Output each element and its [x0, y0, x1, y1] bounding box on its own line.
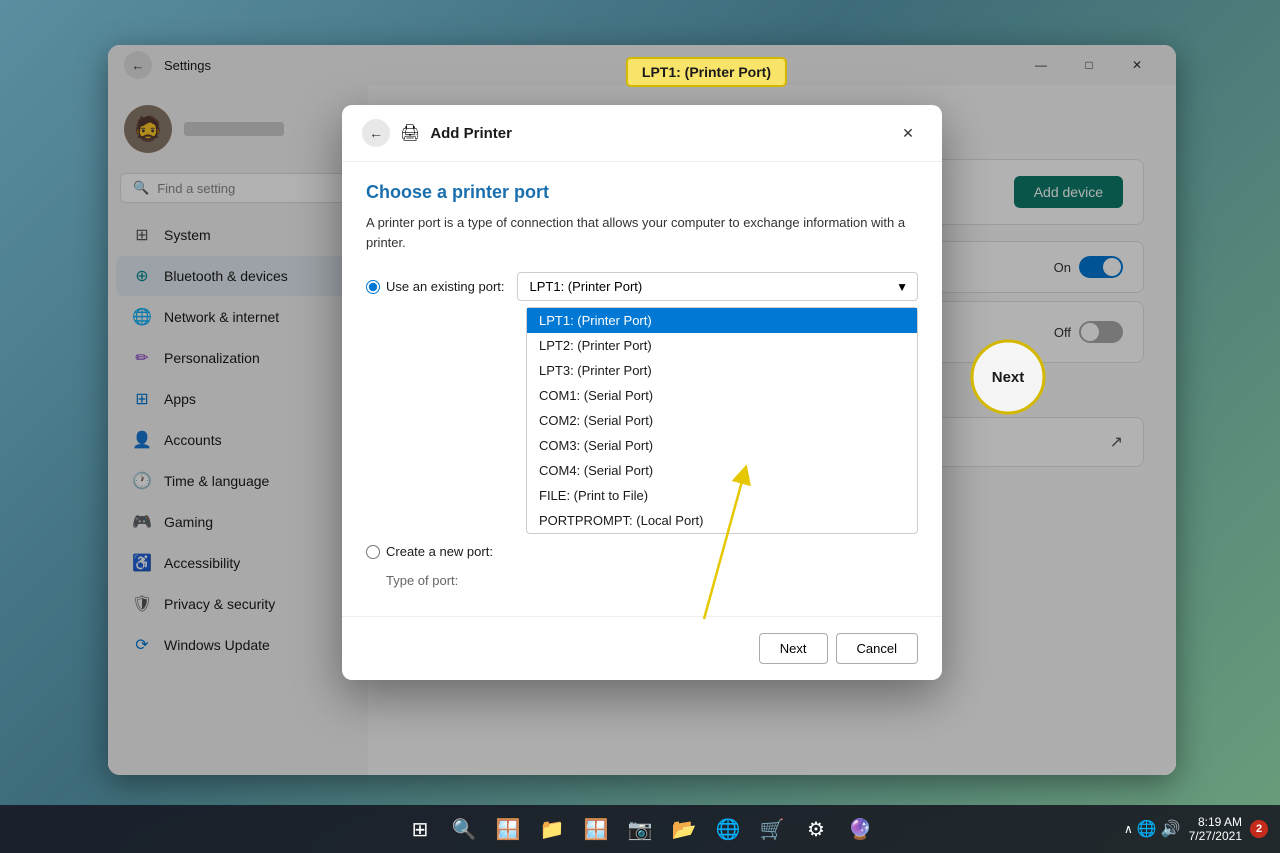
create-new-label[interactable]: Create a new port:: [366, 544, 493, 559]
taskbar-start-button[interactable]: ⊞: [400, 809, 440, 849]
tray-chevron-icon[interactable]: ∧: [1124, 822, 1133, 836]
dialog-footer: Next Cancel: [342, 616, 942, 680]
next-callout-container: Next: [968, 337, 1048, 417]
use-existing-text: Use an existing port:: [386, 279, 505, 294]
dialog-back-button[interactable]: ←: [362, 119, 390, 147]
next-button[interactable]: Next: [759, 633, 828, 664]
dropdown-item[interactable]: LPT3: (Printer Port): [527, 358, 917, 383]
taskbar-search-button[interactable]: 🔍: [444, 809, 484, 849]
dialog-body: Choose a printer port A printer port is …: [342, 162, 942, 616]
dialog-header-left: ← 🖨 Add Printer: [362, 119, 512, 147]
taskbar-center: ⊞ 🔍 🪟 📁 🪟 📷 📂 🌐 🛒 ⚙ 🔮: [400, 809, 880, 849]
dropdown-item[interactable]: COM3: (Serial Port): [527, 433, 917, 458]
taskbar-file-explorer[interactable]: 📁: [532, 809, 572, 849]
cancel-button[interactable]: Cancel: [836, 633, 918, 664]
port-select[interactable]: LPT1: (Printer Port): [517, 272, 918, 301]
next-callout-text: Next: [992, 369, 1025, 386]
clock[interactable]: 8:19 AM 7/27/2021: [1189, 815, 1242, 843]
next-callout-svg: Next: [968, 337, 1048, 417]
dropdown-item[interactable]: COM2: (Serial Port): [527, 408, 917, 433]
taskbar-folder[interactable]: 📂: [664, 809, 704, 849]
taskbar-edge[interactable]: 🌐: [708, 809, 748, 849]
taskbar-app-extra[interactable]: 🔮: [840, 809, 880, 849]
dropdown-item[interactable]: LPT1: (Printer Port): [527, 308, 917, 333]
type-of-port-label: Type of port:: [386, 573, 458, 588]
clock-date: 7/27/2021: [1189, 829, 1242, 843]
clock-time: 8:19 AM: [1189, 815, 1242, 829]
type-of-port-row: Type of port:: [366, 573, 918, 588]
dropdown-item[interactable]: COM4: (Serial Port): [527, 458, 917, 483]
system-tray: ∧ 🌐 🔊: [1124, 819, 1181, 839]
taskbar-settings[interactable]: ⚙: [796, 809, 836, 849]
taskbar-right: ∧ 🌐 🔊 8:19 AM 7/27/2021 2: [1124, 815, 1268, 843]
volume-icon[interactable]: 🔊: [1161, 819, 1181, 839]
use-existing-radio[interactable]: [366, 280, 380, 294]
dialog-title: Add Printer: [430, 125, 512, 142]
dialog-overlay: LPT1: (Printer Port) ← 🖨 Add Printer ✕ C…: [108, 45, 1176, 775]
globe-icon[interactable]: 🌐: [1137, 819, 1157, 839]
create-new-radio[interactable]: [366, 545, 380, 559]
port-select-wrapper: LPT1: (Printer Port) ▼: [517, 272, 918, 301]
dialog-header: ← 🖨 Add Printer ✕: [342, 105, 942, 162]
dropdown-item[interactable]: PORTPROMPT: (Local Port): [527, 508, 917, 533]
settings-window: ← Settings — □ ✕ 🧔 🔍 Find a setting ⊞ Sy…: [108, 45, 1176, 775]
create-new-port-row: Create a new port:: [366, 544, 918, 559]
dropdown-item[interactable]: LPT2: (Printer Port): [527, 333, 917, 358]
use-existing-label[interactable]: Use an existing port:: [366, 279, 505, 294]
use-existing-port-row: Use an existing port: LPT1: (Printer Por…: [366, 272, 918, 301]
create-new-text: Create a new port:: [386, 544, 493, 559]
taskbar-teams[interactable]: 📷: [620, 809, 660, 849]
dialog-description: A printer port is a type of connection t…: [366, 213, 918, 252]
dialog-section-title: Choose a printer port: [366, 182, 918, 203]
taskbar: ⊞ 🔍 🪟 📁 🪟 📷 📂 🌐 🛒 ⚙ 🔮 ∧ 🌐 🔊 8:19 AM 7/27…: [0, 805, 1280, 853]
notification-badge[interactable]: 2: [1250, 820, 1268, 838]
dropdown-item[interactable]: FILE: (Print to File): [527, 483, 917, 508]
add-printer-dialog: LPT1: (Printer Port) ← 🖨 Add Printer ✕ C…: [342, 105, 942, 680]
dropdown-item[interactable]: COM1: (Serial Port): [527, 383, 917, 408]
taskbar-taskview-button[interactable]: 🪟: [488, 809, 528, 849]
lpt1-callout: LPT1: (Printer Port): [626, 57, 787, 87]
taskbar-store[interactable]: 🛒: [752, 809, 792, 849]
taskbar-widget[interactable]: 🪟: [576, 809, 616, 849]
port-dropdown-list: LPT1: (Printer Port) LPT2: (Printer Port…: [526, 307, 918, 534]
printer-icon: 🖨: [400, 123, 420, 143]
dropdown-list-container: LPT1: (Printer Port) LPT2: (Printer Port…: [526, 307, 918, 534]
dialog-close-button[interactable]: ✕: [894, 119, 922, 147]
